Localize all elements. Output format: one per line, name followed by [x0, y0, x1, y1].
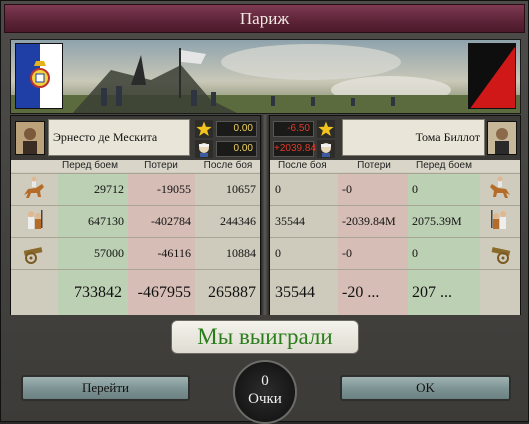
right-commander-name: Тома Биллот [342, 119, 485, 156]
battle-scene-image [11, 40, 520, 113]
left-infantry-after: 244346 [195, 206, 260, 237]
right-total-losses: -20 ... [338, 270, 408, 315]
right-commander-header: -6.50 +2039.84 Тома Биллот [270, 116, 520, 160]
cavalry-icon [24, 176, 44, 198]
left-commander-header: Эрнесто де Мескита 0.00 0.00 [11, 116, 260, 160]
right-row-totals: 35544 -20 ... 207 ... [270, 269, 520, 315]
enemy-flag-icon [468, 43, 516, 109]
left-total-before: 733842 [58, 270, 128, 315]
panel-divider [261, 115, 269, 315]
left-cavalry-before: 29712 [58, 174, 128, 205]
left-artillery-losses: -46116 [128, 238, 195, 269]
left-column-headers: Перед боем Потери После боя [11, 160, 260, 172]
right-col-after: После боя [278, 160, 327, 171]
left-infantry-losses: -402784 [128, 206, 195, 237]
battle-result-window: Париж Эрнесто де Мескита 0.00 0.00 Перед… [0, 0, 529, 424]
left-total-losses: -467955 [128, 270, 195, 315]
battle-result-label: Мы выиграли [171, 320, 359, 354]
right-cavalry-losses: -0 [338, 174, 408, 205]
window-title: Париж [4, 4, 525, 33]
right-infantry-losses: -2039.84M [338, 206, 408, 237]
right-col-before: Перед боем [416, 160, 472, 171]
right-cavalry-before: 0 [408, 174, 480, 205]
right-artillery-before: 0 [408, 238, 480, 269]
left-row-cavalry: 29712 -19055 10657 [11, 173, 260, 205]
right-row-cavalry: 0 -0 0 [270, 173, 520, 205]
left-army-panel: Эрнесто де Мескита 0.00 0.00 Перед боем … [10, 115, 261, 315]
left-col-before: Перед боем [62, 160, 118, 171]
portugal-flag-icon [15, 43, 63, 109]
left-col-after: После боя [203, 160, 253, 171]
left-artillery-after: 10884 [195, 238, 260, 269]
left-col-losses: Потери [144, 160, 178, 171]
left-total-after: 265887 [195, 270, 260, 315]
score-value: 0 [261, 373, 269, 389]
battle-banner [10, 39, 521, 114]
left-cavalry-losses: -19055 [128, 174, 195, 205]
right-total-after: 35544 [270, 270, 338, 315]
star-icon [195, 120, 213, 138]
left-row-artillery: 57000 -46116 10884 [11, 237, 260, 269]
right-total-before: 207 ... [408, 270, 480, 315]
left-row-totals: 733842 -467955 265887 [11, 269, 260, 315]
left-commander-portrait[interactable] [15, 121, 45, 155]
infantry-icon [28, 210, 43, 229]
right-artillery-after: 0 [270, 238, 338, 269]
left-wound-value: 0.00 [216, 141, 257, 157]
left-row-infantry: 647130 -402784 244346 [11, 205, 260, 237]
right-infantry-after: 35544 [270, 206, 338, 237]
left-stat-wound: 0.00 [195, 140, 259, 158]
infantry-icon [491, 210, 506, 229]
artillery-icon [23, 247, 43, 264]
right-wound-value: +2039.84 [273, 141, 316, 157]
cavalry-icon [490, 176, 510, 198]
ok-button[interactable]: OK [340, 375, 511, 401]
right-row-artillery: 0 -0 0 [270, 237, 520, 269]
left-cavalry-after: 10657 [195, 174, 260, 205]
score-label: Очки [248, 391, 282, 407]
left-commander-name: Эрнесто де Мескита [48, 119, 190, 156]
bottom-bar: Мы выиграли Перейти 0 Очки OK [1, 317, 528, 424]
artillery-icon [491, 247, 511, 264]
left-infantry-before: 647130 [58, 206, 128, 237]
right-stat-star: -6.50 [273, 120, 337, 138]
right-column-headers: После боя Потери Перед боем [270, 160, 520, 172]
right-commander-portrait[interactable] [487, 121, 517, 155]
right-star-value: -6.50 [273, 121, 314, 137]
right-stat-wound: +2039.84 [273, 140, 337, 158]
left-stat-star: 0.00 [195, 120, 259, 138]
right-row-infantry: 35544 -2039.84M 2075.39M [270, 205, 520, 237]
wounded-soldier-icon [195, 140, 213, 158]
right-col-losses: Потери [357, 160, 391, 171]
goto-button[interactable]: Перейти [21, 375, 190, 401]
wounded-soldier-icon [317, 140, 335, 158]
right-cavalry-after: 0 [270, 174, 338, 205]
right-army-panel: -6.50 +2039.84 Тома Биллот После боя Пот… [269, 115, 521, 315]
right-infantry-before: 2075.39M [408, 206, 480, 237]
score-badge: 0 Очки [233, 360, 297, 424]
right-artillery-losses: -0 [338, 238, 408, 269]
left-artillery-before: 57000 [58, 238, 128, 269]
left-star-value: 0.00 [216, 121, 257, 137]
star-icon [317, 120, 335, 138]
